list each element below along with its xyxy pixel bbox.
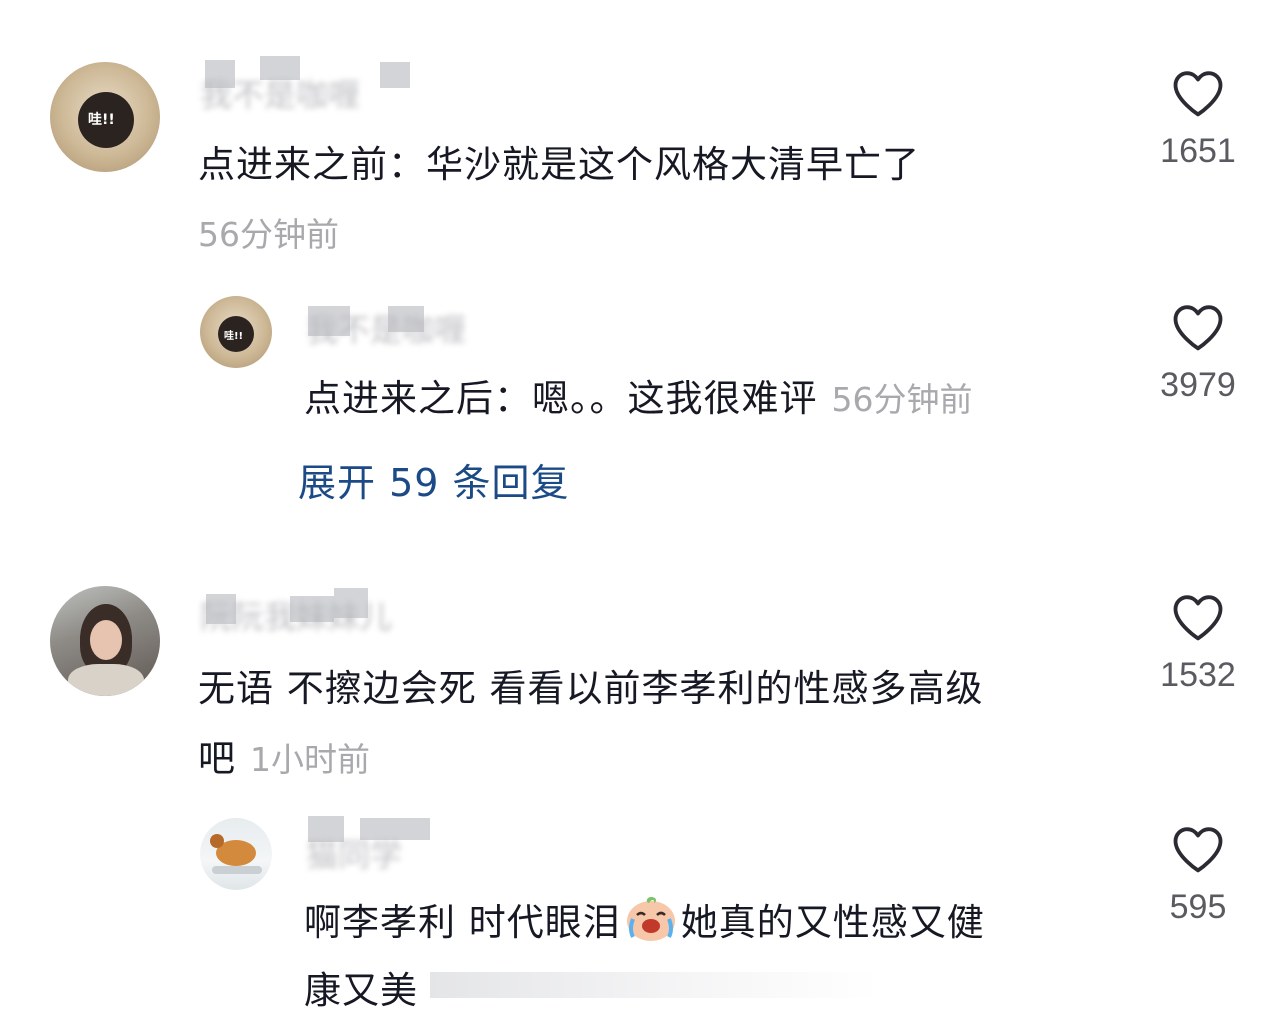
like-count: 1532	[1160, 656, 1236, 694]
reply-text-line1b: 她真的又性感又健	[680, 901, 985, 944]
like-button[interactable]: 1532	[1148, 592, 1248, 695]
username[interactable]: 阮阮我妹妹儿	[200, 592, 392, 638]
comment-text: 点进来之前：华沙就是这个风格大清早亡了	[198, 143, 920, 186]
obscured-overlay	[430, 972, 880, 998]
avatar[interactable]: 哇!!	[50, 62, 160, 172]
comment-text: 无语 不擦边会死 看看以前李孝利的性感多高级	[198, 667, 984, 710]
like-count: 1651	[1160, 132, 1236, 170]
avatar[interactable]: 哇!!	[200, 296, 272, 368]
avatar-caption: 哇!!	[88, 112, 115, 128]
timestamp: 1小时前	[250, 740, 370, 779]
username[interactable]: 我不是咖喱	[200, 70, 360, 116]
like-button[interactable]: 3979	[1148, 302, 1248, 405]
avatar-caption: 哇!!	[224, 331, 244, 342]
like-count: 595	[1169, 888, 1227, 926]
expand-replies-button[interactable]: 展开 59 条回复	[298, 452, 570, 507]
heart-icon[interactable]	[1171, 302, 1225, 352]
reply-text: 啊李孝利 时代眼泪 她真的又性感又健	[304, 892, 985, 946]
reply-text-line1a: 啊李孝利 时代眼泪	[304, 901, 621, 944]
comment-text-continued: 吧 1小时前	[198, 728, 370, 782]
comment-text-line2: 吧	[198, 737, 236, 780]
heart-icon[interactable]	[1171, 824, 1225, 874]
avatar[interactable]	[50, 586, 160, 696]
reply-text-content: 点进来之后：嗯。。这我很难评	[304, 377, 818, 420]
heart-icon[interactable]	[1171, 68, 1225, 118]
like-button[interactable]: 595	[1148, 824, 1248, 927]
username[interactable]: 我不是咖喱	[306, 305, 466, 351]
timestamp: 56分钟前	[198, 215, 339, 254]
like-count: 3979	[1160, 366, 1236, 404]
avatar[interactable]	[200, 818, 272, 890]
like-button[interactable]: 1651	[1148, 68, 1248, 171]
timestamp: 56分钟前	[831, 380, 973, 419]
username[interactable]: 猫同学	[306, 830, 402, 876]
heart-icon[interactable]	[1171, 592, 1225, 642]
crying-emoji-icon	[626, 897, 675, 941]
reply-text-continued: 康又美	[304, 969, 418, 1012]
reply-text: 点进来之后：嗯。。这我很难评 56分钟前	[304, 368, 973, 422]
